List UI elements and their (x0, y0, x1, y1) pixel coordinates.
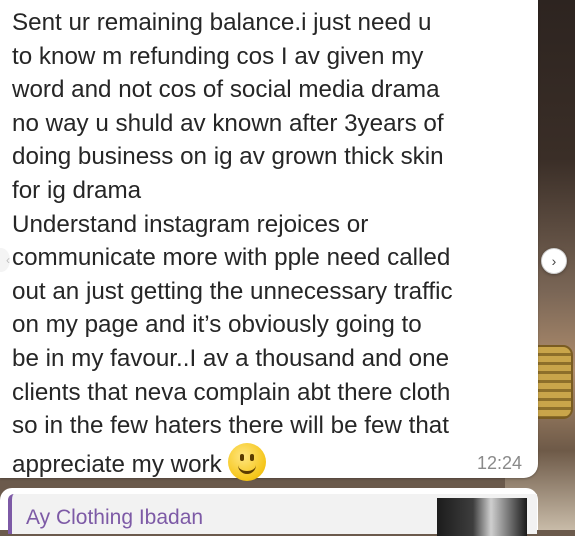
quoted-reply[interactable]: Ay Clothing Ibadan (8, 494, 537, 536)
message-text: Sent ur remaining balance.i just need u … (12, 6, 532, 481)
reply-sender-name: Ay Clothing Ibadan (26, 506, 204, 529)
next-slide-button[interactable]: › (541, 248, 567, 274)
previous-slide-button[interactable]: ‹ (0, 248, 10, 272)
message-bubble: Sent ur remaining balance.i just need u … (0, 0, 538, 481)
message-timestamp: 12:24 (476, 453, 522, 473)
next-message-bubble: Ay Clothing Ibadan (0, 488, 538, 536)
reply-thumbnail-image (437, 498, 527, 536)
smiling-face-icon (227, 442, 266, 481)
